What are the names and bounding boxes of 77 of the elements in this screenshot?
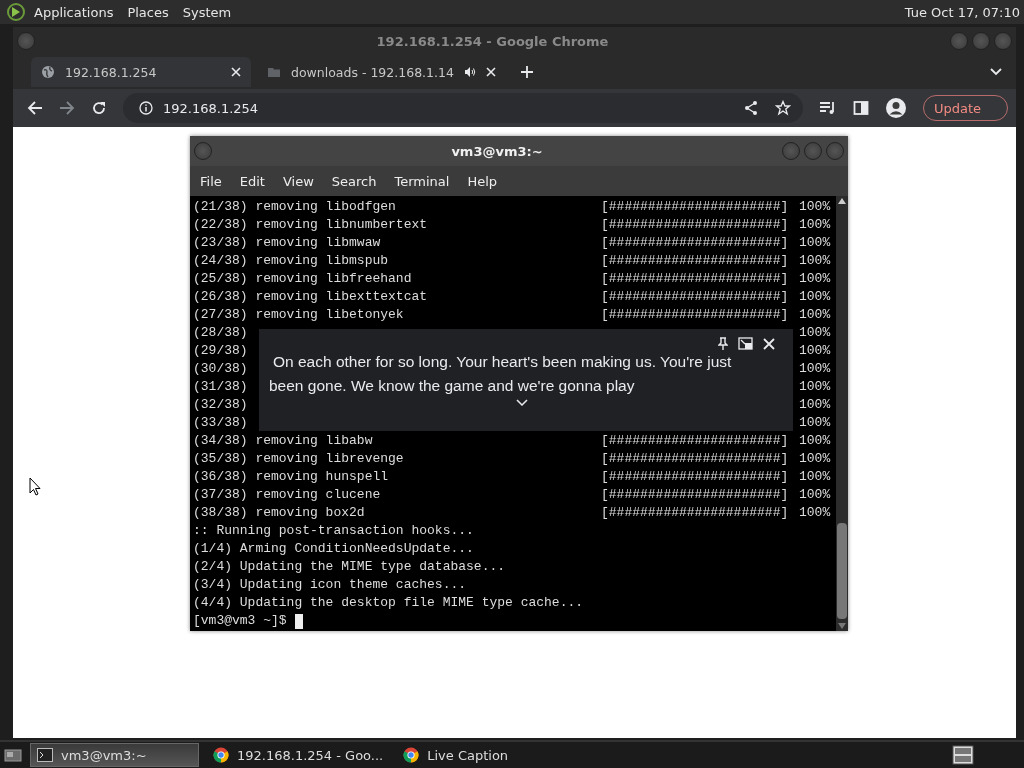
terminal-line: (27/38) removing libetonyek xyxy=(193,306,405,324)
address-bar[interactable]: 192.168.1.254 xyxy=(123,93,803,123)
progress-bar-text: [######################] xyxy=(601,288,790,306)
terminal-line: (29/38) xyxy=(193,342,248,360)
progress-bar-text: [######################] xyxy=(601,198,790,216)
taskbar-button[interactable]: vm3@vm3:~ xyxy=(30,743,199,767)
taskbar-button[interactable]: Live Caption xyxy=(397,744,560,766)
percent-text: 100% xyxy=(799,198,831,216)
terminal-line: :: Running post-transaction hooks... xyxy=(193,522,474,540)
taskbar-button[interactable]: 192.168.1.254 - Goo... xyxy=(207,744,390,766)
progress-bar-text: [######################] xyxy=(601,216,790,234)
browser-tab[interactable]: 192.168.1.254 xyxy=(31,57,251,87)
terminal-line: (37/38) removing clucene xyxy=(193,486,382,504)
caption-text: been gone. We know the game and we're gonna play xyxy=(269,376,636,396)
terminal-line: (38/38) removing box2d xyxy=(193,504,366,522)
percent-text: 100% xyxy=(799,396,831,414)
menu-item[interactable]: Edit xyxy=(239,173,265,189)
tab-title: downloads - 192.168.1.14 xyxy=(291,64,454,80)
percent-text: 100% xyxy=(799,414,831,432)
percent-text: 100% xyxy=(799,342,831,360)
terminal-line: (31/38) xyxy=(193,378,248,396)
url-text: 192.168.1.254 xyxy=(163,100,259,116)
clock[interactable]: Tue Oct 17, 07:10 xyxy=(904,4,1020,20)
terminal-line: (30/38) xyxy=(193,360,248,378)
terminal-line: (26/38) removing libexttextcat xyxy=(193,288,429,306)
percent-text: 100% xyxy=(799,432,831,450)
progress-bar-text: [######################] xyxy=(601,432,790,450)
terminal-line: (25/38) removing libfreehand xyxy=(193,270,413,288)
percent-text: 100% xyxy=(799,306,831,324)
progress-bar-text: [######################] xyxy=(601,468,790,486)
panel-menu[interactable]: Applications xyxy=(34,4,114,20)
menu-item[interactable]: View xyxy=(282,173,314,189)
terminal-line: (36/38) removing hunspell xyxy=(193,468,390,486)
progress-bar-text: [######################] xyxy=(601,270,790,288)
percent-text: 100% xyxy=(799,288,831,306)
terminal-line: (4/4) Updating the desktop file MIME type cache... xyxy=(193,594,584,612)
percent-text: 100% xyxy=(799,450,831,468)
terminal-line: (24/38) removing libmspub xyxy=(193,252,390,270)
menu-item[interactable]: Search xyxy=(331,173,377,189)
terminal-line: (3/4) Updating icon theme caches... xyxy=(193,576,467,594)
progress-bar-text: [######################] xyxy=(601,234,790,252)
menu-item[interactable]: File xyxy=(200,173,222,189)
progress-bar-text: [######################] xyxy=(601,486,790,504)
percent-text: 100% xyxy=(799,324,831,342)
percent-text: 100% xyxy=(799,378,831,396)
progress-bar-text: [######################] xyxy=(601,252,790,270)
menu-item[interactable]: Terminal xyxy=(394,173,450,189)
prompt-text: [vm3@vm3 ~]$ xyxy=(193,612,287,630)
progress-bar-text: [######################] xyxy=(601,306,790,324)
progress-bar-text: [######################] xyxy=(601,450,790,468)
caption-text: On each other for so long. Your heart's been making us. You're just xyxy=(272,352,733,372)
window-title: 192.168.1.254 - Google Chrome xyxy=(375,33,610,49)
terminal-line: (32/38) xyxy=(193,396,248,414)
browser-tab[interactable]: downloads - 192.168.1.14 xyxy=(257,57,506,87)
percent-text: 100% xyxy=(799,504,831,522)
terminal-line: (1/4) Arming ConditionNeedsUpdate... xyxy=(193,540,474,558)
terminal-line: (21/38) removing libodfgen xyxy=(193,198,397,216)
percent-text: 100% xyxy=(799,468,831,486)
terminal-line: (35/38) removing librevenge xyxy=(193,450,405,468)
panel-menu[interactable]: System xyxy=(182,4,232,20)
terminal-line: (23/38) removing libmwaw xyxy=(193,234,382,252)
terminal-line: (33/38) xyxy=(193,414,248,432)
percent-text: 100% xyxy=(799,270,831,288)
progress-bar-text: [######################] xyxy=(601,504,790,522)
percent-text: 100% xyxy=(799,234,831,252)
percent-text: 100% xyxy=(799,216,831,234)
window-title: vm3@vm3:~ xyxy=(450,143,544,159)
percent-text: 100% xyxy=(799,252,831,270)
panel-menu[interactable]: Places xyxy=(127,4,169,20)
tab-title: 192.168.1.254 xyxy=(65,64,158,80)
terminal-line: (34/38) removing libabw xyxy=(193,432,374,450)
terminal-line: (2/4) Updating the MIME type database... xyxy=(193,558,506,576)
terminal-line: (22/38) removing libnumbertext xyxy=(193,216,429,234)
percent-text: 100% xyxy=(799,360,831,378)
menu-item[interactable]: Help xyxy=(467,173,498,189)
percent-text: 100% xyxy=(799,486,831,504)
terminal-line: (28/38) xyxy=(193,324,248,342)
